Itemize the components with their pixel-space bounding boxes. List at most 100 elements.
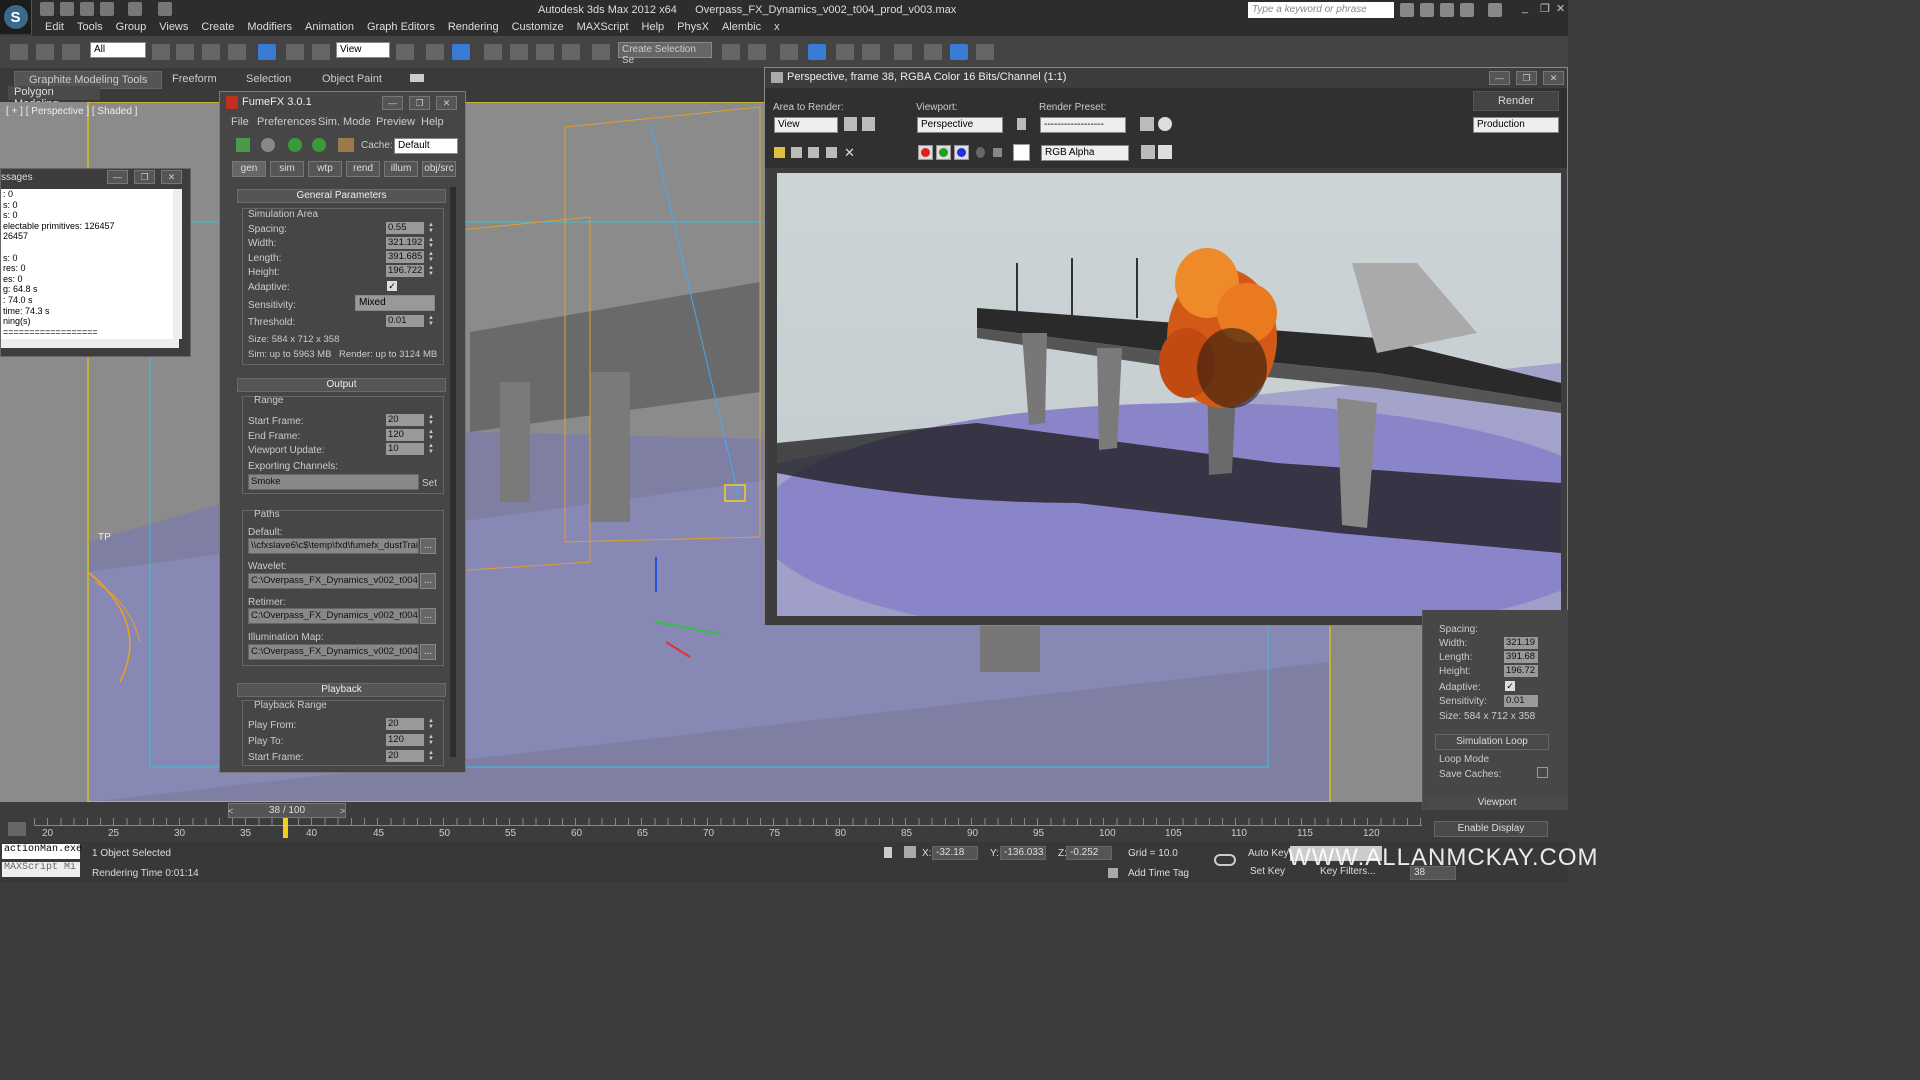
menu-group[interactable]: Group	[116, 20, 147, 36]
display-channel-dropdown[interactable]: RGB Alpha	[1041, 145, 1129, 161]
start-frame-spinner[interactable]: ▲ ▼	[428, 414, 435, 426]
menu-animation[interactable]: Animation	[305, 20, 354, 36]
viewport-update-field[interactable]: 10	[386, 443, 424, 455]
lock-viewport-icon[interactable]	[1017, 118, 1026, 130]
playback-header[interactable]: Playback	[237, 683, 446, 697]
threshold-spinner[interactable]: ▲ ▼	[428, 315, 435, 327]
red-channel-toggle[interactable]	[918, 145, 933, 160]
maxscript-listener-mini[interactable]: actionMan.exe	[2, 844, 82, 859]
messages-log[interactable]: : 0 s: 0 s: 0 electable primitives: 1264…	[1, 189, 179, 339]
mirror-icon[interactable]	[722, 44, 740, 60]
window-crossing-icon[interactable]	[228, 44, 246, 60]
menu-modifiers[interactable]: Modifiers	[247, 20, 292, 36]
save-caches-checkbox[interactable]	[1537, 767, 1548, 778]
exporting-channels-field[interactable]: Smoke	[248, 474, 419, 490]
menu-create[interactable]: Create	[201, 20, 234, 36]
monochrome-icon[interactable]	[993, 148, 1002, 157]
rendered-frame-window[interactable]: Perspective, frame 38, RGBA Color 16 Bit…	[764, 67, 1568, 626]
rp-length-field[interactable]: 391.68	[1504, 651, 1538, 663]
tab-illum[interactable]: illum	[384, 161, 418, 177]
time-tag-icon[interactable]	[1108, 868, 1118, 878]
viewport-dropdown[interactable]: Perspective	[917, 117, 1003, 133]
timeline-track[interactable]	[34, 818, 1422, 826]
end-frame-spinner[interactable]: ▲ ▼	[428, 429, 435, 441]
graphite-toggle-icon[interactable]	[808, 44, 826, 60]
tab-sim[interactable]: sim	[270, 161, 304, 177]
height-spinner[interactable]: ▲ ▼	[428, 265, 435, 277]
help-icon[interactable]	[1488, 3, 1502, 17]
fumefx-menu-preview[interactable]: Preview	[376, 116, 415, 128]
spinner-snap-icon[interactable]	[562, 44, 580, 60]
render-setup-icon[interactable]	[1140, 117, 1154, 131]
keyboard-shortcut-toggle-icon[interactable]	[452, 44, 470, 60]
production-mode-dropdown[interactable]: Production	[1473, 117, 1559, 133]
copy-image-icon[interactable]	[791, 147, 802, 158]
fumefx-menu-help[interactable]: Help	[421, 116, 444, 128]
tab-gen[interactable]: gen	[232, 161, 266, 177]
layer-manager-icon[interactable]	[780, 44, 798, 60]
binoculars-icon[interactable]	[1400, 3, 1414, 17]
wavelet-path-browse-button[interactable]: ...	[420, 573, 436, 589]
threshold-field[interactable]: 0.01	[386, 315, 424, 327]
messages-minimize-button[interactable]: —	[107, 170, 128, 184]
angle-snap-icon[interactable]	[510, 44, 528, 60]
communication-icon[interactable]	[1440, 3, 1454, 17]
end-frame-field[interactable]: 120	[386, 429, 424, 441]
default-path-browse-button[interactable]: ...	[420, 538, 436, 554]
environment-icon[interactable]	[1158, 117, 1172, 131]
menu-help[interactable]: Help	[642, 20, 665, 36]
play-to-spinner[interactable]: ▲ ▼	[428, 734, 435, 746]
z-coordinate-field[interactable]: -0.252	[1066, 846, 1112, 860]
material-editor-icon[interactable]	[894, 44, 912, 60]
menu-tools[interactable]: Tools	[77, 20, 103, 36]
mini-curve-editor-icon[interactable]	[8, 822, 26, 836]
rp-width-field[interactable]: 321.19	[1504, 637, 1538, 649]
rp-height-field[interactable]: 196.72	[1504, 665, 1538, 677]
tab-object-paint[interactable]: Object Paint	[308, 71, 396, 87]
sensitivity-dropdown[interactable]: Mixed	[355, 295, 435, 311]
fumefx-play-icon[interactable]	[288, 138, 302, 152]
search-input[interactable]: Type a keyword or phrase	[1248, 2, 1394, 18]
illumination-map-field[interactable]: C:\Overpass_FX_Dynamics_v002_t004_pro	[248, 644, 419, 660]
toggle-ui-overlay-icon[interactable]	[1141, 145, 1155, 159]
fumefx-maximize-button[interactable]: ❐	[409, 96, 430, 110]
retimer-path-browse-button[interactable]: ...	[420, 608, 436, 624]
messages-scrollbar[interactable]	[173, 189, 182, 339]
restore-button[interactable]: ❐	[1540, 2, 1550, 15]
messages-hscrollbar[interactable]	[1, 339, 179, 348]
illumination-map-browse-button[interactable]: ...	[420, 644, 436, 660]
fumefx-scrollbar[interactable]	[450, 187, 456, 757]
retimer-path-field[interactable]: C:\Overpass_FX_Dynamics_v002_t004_pro	[248, 608, 419, 624]
viewport-label[interactable]: [ + ] [ Perspective ] [ Shaded ]	[6, 106, 137, 117]
toggle-ui-icon[interactable]	[1158, 145, 1172, 159]
cache-dropdown[interactable]: Default	[394, 138, 458, 154]
messages-close-button[interactable]: ✕	[161, 170, 182, 184]
rect-selection-icon[interactable]	[202, 44, 220, 60]
save-image-icon[interactable]	[774, 147, 785, 158]
playback-start-frame-spinner[interactable]: ▲ ▼	[428, 750, 435, 762]
menu-customize[interactable]: Customize	[512, 20, 564, 36]
tab-obj-src[interactable]: obj/src	[422, 161, 456, 177]
curve-editor-icon[interactable]	[836, 44, 854, 60]
width-spinner[interactable]: ▲ ▼	[428, 237, 435, 249]
fumefx-close-button[interactable]: ✕	[436, 96, 457, 110]
rendered-frame-window-icon[interactable]	[950, 44, 968, 60]
select-manipulate-icon[interactable]	[426, 44, 444, 60]
simulation-loop-button[interactable]: Simulation Loop	[1435, 734, 1549, 750]
pivot-center-icon[interactable]	[396, 44, 414, 60]
fumefx-menu-file[interactable]: File	[231, 116, 249, 128]
time-prev-icon[interactable]: <	[228, 806, 233, 816]
tab-selection[interactable]: Selection	[232, 71, 305, 87]
app-menu-button[interactable]: S	[0, 0, 32, 34]
spacing-field[interactable]: 0.55	[386, 222, 424, 234]
viewport-rollout-header[interactable]: Viewport	[1427, 796, 1567, 810]
edit-named-selection-icon[interactable]	[592, 44, 610, 60]
time-slider[interactable]: 38 / 100	[228, 803, 346, 818]
fumefx-load-icon[interactable]	[236, 138, 250, 152]
menu-graph-editors[interactable]: Graph Editors	[367, 20, 435, 36]
swatch-color[interactable]	[1013, 144, 1030, 161]
maxscript-mini-input[interactable]: MAXScript Mi	[2, 862, 80, 877]
render-production-icon[interactable]	[976, 44, 994, 60]
fumefx-cache-icon[interactable]	[338, 138, 354, 152]
bind-spacewarp-icon[interactable]	[62, 44, 80, 60]
